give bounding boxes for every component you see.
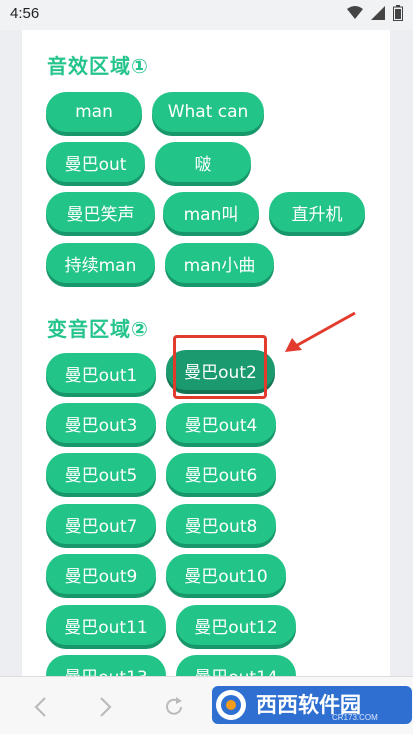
section-title-sound-effects: 音效区域① — [47, 54, 149, 78]
sound-button[interactable]: 持续man — [46, 243, 155, 283]
reload-icon — [166, 697, 182, 715]
signal-icon — [371, 6, 385, 20]
forward-button[interactable] — [92, 693, 120, 721]
sound-button[interactable]: What can — [152, 92, 264, 132]
sound-button[interactable]: 曼巴out5 — [46, 453, 156, 493]
sound-button[interactable]: 曼巴笑声 — [46, 192, 155, 232]
status-time: 4:56 — [10, 5, 40, 22]
sound-button[interactable]: 曼巴out12 — [176, 605, 296, 645]
wifi-icon — [347, 6, 363, 19]
sound-button[interactable]: 曼巴out13 — [46, 655, 166, 676]
watermark-url: CR173.COM — [332, 713, 378, 722]
watermark-logo: 西西软件园 CR173.COM — [212, 686, 412, 724]
back-button[interactable] — [26, 693, 54, 721]
back-icon — [34, 697, 46, 717]
status-icons — [347, 5, 403, 21]
sound-button[interactable]: 曼巴out — [46, 142, 145, 182]
sound-button[interactable]: 曼巴out8 — [166, 504, 276, 544]
forward-icon — [100, 697, 112, 717]
reload-button[interactable] — [160, 693, 188, 721]
arrow-annotation-icon — [285, 311, 356, 352]
sound-button[interactable]: 曼巴out10 — [166, 554, 286, 594]
sound-button[interactable]: 曼巴out3 — [46, 403, 156, 443]
sound-button[interactable]: 直升机 — [269, 192, 365, 232]
sound-button[interactable]: man小曲 — [165, 243, 274, 283]
battery-icon — [393, 5, 403, 21]
sound-button[interactable]: 曼巴out11 — [46, 605, 166, 645]
sound-button[interactable]: 曼巴out7 — [46, 504, 156, 544]
sound-button[interactable]: man — [46, 92, 142, 132]
sound-button[interactable]: man叫 — [163, 192, 259, 232]
sound-button[interactable]: 曼巴out9 — [46, 554, 156, 594]
sound-button[interactable]: 啵 — [155, 142, 251, 182]
sound-button[interactable]: 曼巴out1 — [46, 353, 156, 393]
section-title-voice-change: 变音区域② — [47, 317, 149, 341]
status-bar: 4:56 — [0, 0, 413, 30]
sound-button[interactable]: 曼巴out6 — [166, 453, 276, 493]
sound-button[interactable]: 曼巴out14 — [176, 655, 296, 676]
sound-button[interactable]: 曼巴out4 — [166, 403, 276, 443]
highlight-box — [173, 335, 267, 399]
